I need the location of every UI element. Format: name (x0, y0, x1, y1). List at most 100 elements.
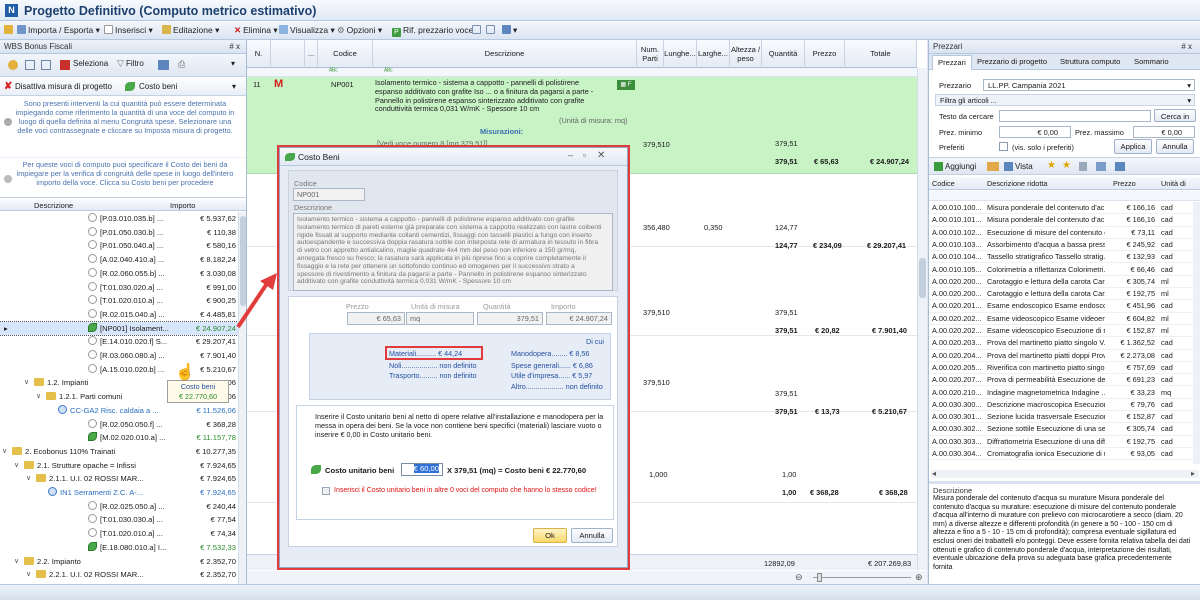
wbs-row[interactable]: IN1 Serramenti Z.C. A-... € 7.924,65 (0, 486, 238, 500)
col-unita[interactable]: Unità di (1161, 177, 1186, 190)
col-larghezza[interactable]: Larghe... (697, 40, 730, 68)
refresh-icon[interactable] (8, 60, 18, 70)
cancel-button[interactable]: Annulla (571, 528, 613, 543)
ok-button[interactable]: Ok (533, 528, 567, 543)
price-row[interactable]: A.00.010.101... Misura ponderale del cont… (929, 214, 1193, 227)
col-num-parti[interactable]: Num. Parti (637, 40, 664, 68)
scroll-right-icon[interactable]: ▸ (1191, 469, 1195, 478)
panel-pin-icon[interactable]: # x (1181, 40, 1192, 54)
price-row[interactable]: A.00.030.304... Cromatografia ionica Esec… (929, 448, 1193, 461)
zoom-thumb[interactable] (817, 573, 822, 582)
document-icon[interactable] (1079, 162, 1087, 171)
col-prezzo[interactable]: Prezzo (1113, 177, 1136, 190)
view-icon[interactable] (158, 60, 169, 70)
price-row[interactable]: A.00.020.200... Carotaggio e lettura dell… (929, 276, 1193, 289)
wbs-row[interactable]: [E.14.010.020.f] S... € 29.207,41 (0, 335, 238, 349)
wbs-row[interactable]: [A.15.010.020.b] ... € 5.210,67 (0, 363, 238, 377)
import-export-menu[interactable]: Importa / Esporta ▾ (17, 23, 100, 38)
wbs-row[interactable]: [P.01.050.030.b] ... € 110,38 (0, 226, 238, 240)
grid-scrollbar[interactable] (917, 68, 927, 570)
scroll-thumb[interactable] (919, 258, 926, 298)
col-prezzo[interactable]: Prezzo (805, 40, 845, 68)
wbs-row[interactable]: [T.01.030.020.a] ... € 991,00 (0, 281, 238, 295)
filter-articles[interactable]: Filtra gli articoli ... ▾ (935, 94, 1195, 106)
wbs-row[interactable]: [R.02.015.040.a] ... € 4.485,81 (0, 308, 238, 322)
layout-icon[interactable] (1115, 162, 1125, 171)
price-row[interactable]: A.00.010.103... Assorbimento d'acqua a ba… (929, 239, 1193, 252)
wbs-scrollbar[interactable] (238, 212, 246, 584)
expand-chevron-icon[interactable]: ∨ (26, 568, 31, 582)
price-row[interactable]: A.00.020.210... Indagine magnetometrica I… (929, 387, 1193, 399)
collapse-all-icon[interactable] (41, 60, 51, 70)
max-price-input[interactable]: € 0,00 (1133, 126, 1195, 138)
add-button[interactable]: Aggiungi (945, 162, 976, 171)
wbs-row[interactable]: [A.02.040.410.a] ... € 8.182,24 (0, 253, 238, 267)
toolbar-dropdown[interactable]: ▾ (231, 59, 235, 68)
delete-menu[interactable]: ✕ Elimina ▾ (234, 23, 278, 38)
zoom-in-icon[interactable]: ⊕ (915, 572, 923, 583)
wbs-row[interactable]: CC-GA2 Risc. caldaia a ... € 11.526,06 (0, 404, 238, 418)
columns-icon[interactable] (1096, 162, 1106, 171)
costo-beni-button[interactable]: Costo beni (139, 82, 177, 91)
maximize-icon[interactable]: ▫ (583, 150, 586, 160)
tab-sommario[interactable]: Sommario (1134, 57, 1169, 66)
star-icon[interactable]: ★ (1047, 160, 1056, 171)
expand-all-icon[interactable] (25, 60, 35, 70)
col-n[interactable]: N. (247, 40, 271, 68)
wbs-row[interactable]: ∨ 2. Ecobonus 110% Trainati € 10.277,35 (0, 445, 238, 459)
filter-button[interactable]: Filtro (126, 59, 144, 68)
price-row[interactable]: A.00.030.301... Sezione lucida trasversal… (929, 411, 1193, 424)
wbs-row[interactable]: [E.18.080.010.a] I... € 7.532,33 (0, 541, 238, 555)
search-in-button[interactable]: Cerca in (1154, 109, 1196, 122)
unit-cost-input[interactable]: € 60,00 (401, 463, 443, 476)
wbs-row[interactable]: [M.02.020.010.a] ... € 11.157,78 (0, 431, 238, 445)
price-row[interactable]: A.00.010.105... Colorimetria a riflettanz… (929, 264, 1193, 276)
prezzari-filter-row[interactable] (929, 191, 1200, 201)
wbs-row[interactable]: [T.01.030.030.a] ... € 77,54 (0, 513, 238, 527)
col-ellipsis[interactable]: ... (305, 40, 318, 68)
expand-chevron-icon[interactable]: ∨ (24, 376, 29, 390)
prezzari-scrollbar[interactable] (1193, 202, 1200, 464)
price-row[interactable]: A.00.020.201... Esame endoscopico Esame e… (929, 300, 1193, 313)
expand-chevron-icon[interactable]: ∨ (14, 459, 19, 473)
col-altezza[interactable]: Altezza / peso (730, 40, 762, 68)
apply-all-checkbox[interactable] (322, 487, 330, 495)
prezzari-hscroll[interactable] (931, 470, 1199, 478)
close-icon[interactable]: ✕ (597, 150, 605, 161)
wbs-row[interactable]: ∨ 2.1.1. U.I. 02 ROSSI MAR... € 7.924,65 (0, 472, 238, 486)
star-remove-icon[interactable]: ★ (1062, 160, 1071, 171)
col-descrizione[interactable]: Descrizione (34, 200, 73, 211)
price-row[interactable]: A.00.030.302... Sezione sottile Esecuzion… (929, 423, 1193, 436)
wbs-row[interactable]: [P.03.010.035.b] ... € 5.937,62 (0, 212, 238, 226)
zoom-slider[interactable] (813, 577, 911, 578)
scroll-left-icon[interactable]: ◂ (932, 469, 936, 478)
wbs-row[interactable]: [NP001] Isolament... € 24.907,24 ▸ (0, 320, 239, 337)
select-button[interactable]: Seleziona (73, 59, 108, 68)
price-row[interactable]: A.00.030.300... Descrizione macroscopica … (929, 399, 1193, 412)
prezzario-select[interactable]: LL.PP. Campania 2021 ▾ (983, 79, 1195, 91)
apply-button[interactable]: Applica (1114, 139, 1152, 154)
price-row[interactable]: A.00.020.202... Esame videoscopico Esame … (929, 313, 1193, 325)
tab-struttura[interactable]: Struttura computo (1060, 57, 1120, 66)
view-menu[interactable]: Visualizza ▾ (279, 23, 335, 38)
price-row[interactable]: A.00.010.100... Misura ponderale del cont… (929, 202, 1193, 215)
price-row[interactable]: A.00.010.104... Tassello stratigrafico Ta… (929, 251, 1193, 264)
expand-chevron-icon[interactable]: ∨ (36, 390, 41, 404)
minimize-icon[interactable]: – (568, 150, 573, 160)
wbs-row[interactable]: [T.01.020.010.a] ... € 74,34 (0, 527, 238, 541)
refresh-icon[interactable] (4, 23, 15, 38)
price-row[interactable]: A.00.010.102... Esecuzione di misure del … (929, 227, 1193, 239)
price-row[interactable]: A.00.020.205... Riverifica con martinetto… (929, 362, 1193, 375)
collapse-icon[interactable] (486, 23, 497, 38)
edit-menu[interactable]: Editazione ▾ (162, 23, 219, 38)
actions-dropdown[interactable]: ▾ (232, 82, 236, 91)
wbs-row[interactable]: [R.02.050.050.f] ... € 368,28 (0, 418, 238, 432)
price-ref-button[interactable]: P Rif. prezzario voce (392, 23, 473, 38)
expand-chevron-icon[interactable]: ∨ (26, 472, 31, 486)
print-icon[interactable]: ⎙ (178, 59, 185, 70)
wbs-row[interactable]: ∨ 2.1. Strutture opache = Infissi € 7.924,… (0, 459, 238, 473)
cancel-filter-button[interactable]: Annulla (1156, 139, 1194, 154)
disable-measure-button[interactable]: Disattiva misura di progetto (15, 82, 112, 91)
col-importo[interactable]: Importo (170, 200, 195, 211)
zoom-out-icon[interactable]: ⊖ (795, 572, 803, 583)
